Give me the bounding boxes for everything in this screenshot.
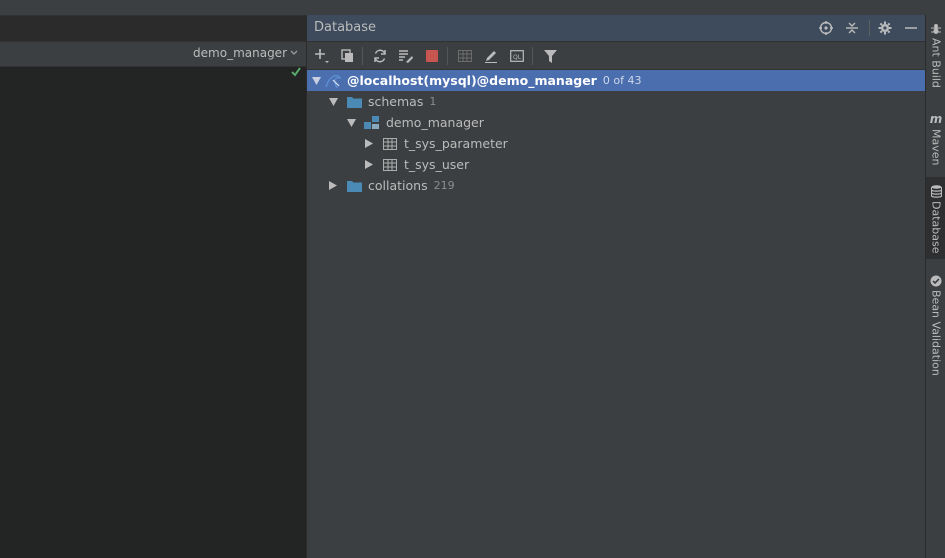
panel-header: Database [307, 15, 925, 42]
new-button[interactable] [312, 46, 332, 66]
panel-toolbar: QL [307, 42, 925, 70]
schema-selector[interactable]: demo_manager [193, 46, 298, 60]
tree-node-label: collations [368, 178, 428, 193]
collapse-all-button[interactable] [843, 19, 861, 37]
tool-window-strip: Ant Build m Maven Database Bean Validati… [925, 15, 945, 558]
chevron-down-icon [290, 50, 298, 55]
settings-button[interactable] [876, 19, 894, 37]
minimize-icon [905, 27, 917, 29]
toolbar-separator [532, 47, 533, 65]
tab-label: Ant Build [929, 38, 943, 88]
toolbar-separator [447, 47, 448, 65]
tree-node-label: t_sys_parameter [404, 136, 508, 151]
expand-arrow-icon[interactable] [311, 76, 321, 86]
pencil-icon [485, 51, 497, 63]
duplicate-button[interactable] [338, 46, 358, 66]
tree-node-label: t_sys_user [404, 157, 470, 172]
tree-node-datasource[interactable]: @localhost(mysql)@demo_manager 0 of 43 [307, 70, 925, 91]
expand-arrow-icon[interactable] [364, 160, 374, 170]
filter-icon [543, 49, 557, 63]
tab-bean-validation[interactable]: Bean Validation [926, 275, 945, 376]
tab-label: Bean Validation [929, 290, 943, 376]
stop-icon [426, 50, 438, 62]
schema-selector-label: demo_manager [193, 46, 287, 60]
table-editor-button[interactable] [455, 46, 475, 66]
tab-database[interactable]: Database [926, 177, 945, 259]
tree-node-schemas[interactable]: schemas 1 [307, 91, 925, 112]
header-separator [869, 20, 870, 36]
schema-compare-button[interactable] [396, 46, 416, 66]
tree-node-table[interactable]: t_sys_user [307, 154, 925, 175]
svg-text:QL: QL [513, 54, 522, 61]
maven-icon: m [929, 112, 943, 126]
plus-icon [315, 49, 329, 63]
database-tools-icon [399, 50, 413, 63]
table-icon [382, 136, 398, 152]
ant-icon [931, 24, 941, 34]
gear-icon [878, 21, 892, 35]
tab-label: Maven [929, 129, 943, 166]
bean-icon [930, 275, 942, 287]
tree-node-count: 219 [433, 179, 455, 192]
sql-editor[interactable] [0, 67, 306, 558]
table-icon [458, 50, 472, 62]
tree-node-count: 0 of 43 [602, 74, 642, 87]
filter-button[interactable] [540, 46, 560, 66]
panel-title: Database [314, 20, 377, 35]
schema-icon [364, 115, 380, 131]
table-icon [382, 157, 398, 173]
tree-node-table[interactable]: t_sys_parameter [307, 133, 925, 154]
refresh-button[interactable] [370, 46, 390, 66]
folder-icon [346, 94, 362, 110]
editor-tabs-bar [0, 0, 306, 16]
database-panel: Database QL @localhost(mysql)@demo_manag… [307, 15, 925, 558]
check-icon [291, 67, 301, 77]
tree-node-label: @localhost(mysql)@demo_manager [347, 73, 597, 88]
tree-node-count: 1 [429, 95, 437, 108]
expand-arrow-icon[interactable] [328, 181, 338, 191]
tree-node-schema[interactable]: demo_manager [307, 112, 925, 133]
tab-ant-build[interactable]: Ant Build [926, 23, 945, 88]
tree-node-label: schemas [368, 94, 424, 109]
tab-label: Database [929, 201, 943, 254]
folder-icon [346, 178, 362, 194]
stop-button[interactable] [422, 46, 442, 66]
database-icon [930, 185, 942, 198]
copy-icon [341, 49, 353, 62]
tree-node-label: demo_manager [386, 115, 484, 130]
tree-node-collations[interactable]: collations 219 [307, 175, 925, 196]
sql-console-icon: QL [510, 50, 524, 62]
tab-maven[interactable]: m Maven [926, 110, 945, 165]
toolbar-separator [362, 47, 363, 65]
console-button[interactable]: QL [507, 46, 527, 66]
expand-arrow-icon[interactable] [364, 139, 374, 149]
collapse-icon [846, 22, 858, 34]
crosshair-icon [819, 21, 833, 35]
expand-arrow-icon[interactable] [346, 118, 356, 128]
mysql-datasource-icon [325, 73, 341, 89]
edit-button[interactable] [481, 46, 501, 66]
expand-arrow-icon[interactable] [328, 97, 338, 107]
editor-area: demo_manager [0, 0, 306, 558]
hide-button[interactable] [902, 19, 920, 37]
editor-toolbar: demo_manager [0, 41, 306, 67]
scroll-from-source-button[interactable] [817, 19, 835, 37]
refresh-icon [374, 49, 386, 63]
